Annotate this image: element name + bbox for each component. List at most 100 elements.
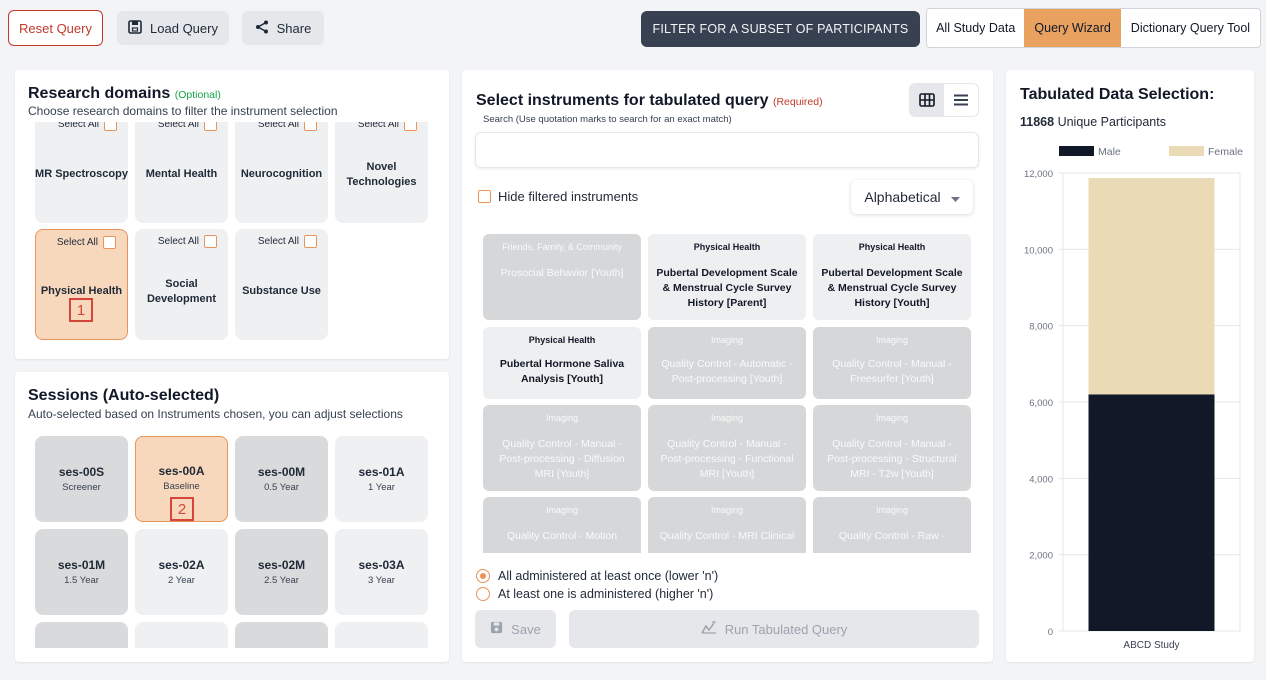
caret-down-icon — [950, 189, 960, 205]
save-button[interactable]: Save — [475, 610, 556, 648]
domain-card-physical-health[interactable]: Select All Physical Health 1 — [35, 229, 128, 340]
instrument-card[interactable]: Imaging Quality Control - Manual - Post-p… — [648, 405, 806, 491]
sessions-panel: Sessions (Auto-selected) Auto-selected b… — [15, 372, 449, 662]
select-all-checkbox[interactable] — [204, 122, 217, 131]
load-query-label: Load Query — [150, 20, 218, 36]
sort-dropdown[interactable]: Alphabetical — [851, 180, 973, 214]
tab-dictionary-query-tool[interactable]: Dictionary Query Tool — [1121, 9, 1260, 47]
instrument-card[interactable]: Imaging Quality Control - Automatic - Pos… — [648, 327, 806, 399]
session-card-ses-00a[interactable]: ses-00A Baseline 2 — [135, 436, 228, 522]
research-domains-header: Research domains (Optional) — [28, 85, 221, 103]
instrument-card[interactable]: Imaging Quality Control - MRI Clinical — [648, 497, 806, 553]
run-tabulated-query-button[interactable]: Run Tabulated Query — [569, 610, 979, 648]
legend-swatch-male — [1059, 146, 1094, 156]
select-all-checkbox[interactable] — [104, 122, 117, 131]
session-name: ses-02A — [158, 558, 205, 572]
y-tick-label: 6,000 — [1029, 398, 1053, 409]
session-sublabel: 0.5 Year — [264, 482, 299, 493]
load-query-button[interactable]: Load Query — [117, 11, 229, 45]
select-all[interactable]: Select All — [258, 235, 317, 248]
instrument-category: Friends, Family, & Community — [502, 242, 622, 252]
select-all-checkbox[interactable] — [304, 122, 317, 131]
domain-card-novel-technologies[interactable]: Select All Novel Technologies — [335, 122, 428, 223]
session-card-ses-01a[interactable]: ses-01A 1 Year — [335, 436, 428, 522]
select-all-checkbox[interactable] — [103, 236, 116, 249]
session-sublabel: 1 Year — [368, 482, 395, 493]
domain-card-substance-use[interactable]: Select All Substance Use — [235, 229, 328, 340]
select-all[interactable]: Select All — [158, 235, 217, 248]
select-all-checkbox[interactable] — [404, 122, 417, 131]
radio-at-least-one[interactable]: At least one is administered (higher 'n'… — [476, 587, 713, 601]
session-card[interactable] — [235, 622, 328, 648]
view-toggle — [909, 83, 979, 117]
grid-view-icon[interactable] — [910, 84, 944, 116]
x-tick-label: ABCD Study — [1123, 640, 1179, 651]
legend-swatch-female — [1169, 146, 1204, 156]
y-tick-label: 2,000 — [1029, 551, 1053, 562]
share-button[interactable]: Share — [242, 11, 324, 45]
research-domains-subtitle: Choose research domains to filter the in… — [28, 104, 338, 118]
session-card[interactable] — [335, 622, 428, 648]
reset-query-button[interactable]: Reset Query — [8, 10, 103, 46]
instrument-card[interactable]: Imaging Quality Control - Manual - Post-p… — [813, 405, 971, 491]
select-all[interactable]: Select All — [158, 122, 217, 131]
instrument-name: Quality Control - Automatic - Post-proce… — [661, 358, 793, 385]
session-name: ses-01A — [358, 465, 405, 479]
y-tick-label: 0 — [1048, 627, 1053, 638]
radio-all-administered[interactable]: All administered at least once (lower 'n… — [476, 569, 718, 583]
reset-query-label: Reset Query — [19, 20, 92, 36]
instrument-card[interactable]: Physical Health Pubertal Development Scal… — [813, 234, 971, 320]
select-all[interactable]: Select All — [57, 236, 116, 249]
instrument-card[interactable]: Friends, Family, & Community Prosocial Be… — [483, 234, 641, 320]
domain-card-mr-spectroscopy[interactable]: Select All MR Spectroscopy — [35, 122, 128, 223]
bar-female — [1088, 178, 1215, 395]
session-card-ses-02m[interactable]: ses-02M 2.5 Year — [235, 529, 328, 615]
session-card-ses-00s[interactable]: ses-00S Screener — [35, 436, 128, 522]
instrument-card[interactable]: Imaging Quality Control - Manual - Freesu… — [813, 327, 971, 399]
session-card-ses-03a[interactable]: ses-03A 3 Year — [335, 529, 428, 615]
step-marker: 1 — [69, 298, 93, 322]
session-card-ses-00m[interactable]: ses-00M 0.5 Year — [235, 436, 328, 522]
radio-button[interactable] — [476, 587, 490, 601]
select-all-checkbox[interactable] — [304, 235, 317, 248]
session-sublabel: 2 Year — [168, 575, 195, 586]
instrument-search-input[interactable] — [475, 132, 979, 168]
participant-count-label: Unique Participants — [1057, 115, 1166, 129]
instrument-card[interactable]: Physical Health Pubertal Hormone Saliva A… — [483, 327, 641, 399]
tab-all-study-data[interactable]: All Study Data — [927, 9, 1024, 47]
session-card-ses-01m[interactable]: ses-01M 1.5 Year — [35, 529, 128, 615]
instrument-card[interactable]: Physical Health Pubertal Development Scal… — [648, 234, 806, 320]
select-all-label: Select All — [56, 237, 98, 248]
select-all-checkbox[interactable] — [204, 235, 217, 248]
instrument-card[interactable]: Imaging Quality Control - Raw - — [813, 497, 971, 553]
bar-male — [1088, 394, 1215, 631]
domain-card-mental-health[interactable]: Select All Mental Health — [135, 122, 228, 223]
instrument-name: Prosocial Behavior [Youth] — [500, 267, 624, 279]
legend-label-female: Female — [1208, 146, 1243, 158]
search-hint: Search (Use quotation marks to search fo… — [483, 114, 732, 125]
tab-query-wizard[interactable]: Query Wizard — [1024, 9, 1121, 47]
filter-subset-button[interactable]: FILTER FOR A SUBSET OF PARTICIPANTS — [641, 11, 920, 47]
instrument-card[interactable]: Imaging Quality Control - Manual - Post-p… — [483, 405, 641, 491]
list-view-icon[interactable] — [944, 84, 978, 116]
select-all[interactable]: Select All — [258, 122, 317, 131]
hide-filtered-toggle[interactable]: Hide filtered instruments — [478, 189, 638, 204]
session-card[interactable] — [35, 622, 128, 648]
select-all-label: Select All — [157, 122, 199, 130]
select-all[interactable]: Select All — [358, 122, 417, 131]
instrument-name: Quality Control - MRI Clinical — [659, 530, 795, 542]
domain-card-neurocognition[interactable]: Select All Neurocognition — [235, 122, 328, 223]
hide-filtered-checkbox[interactable] — [478, 190, 491, 203]
instrument-name: Pubertal Development Scale & Menstrual C… — [656, 267, 798, 309]
session-card-ses-02a[interactable]: ses-02A 2 Year — [135, 529, 228, 615]
instrument-category: Physical Health — [528, 335, 596, 345]
top-toolbar: Reset Query Load Query Share FILTER FOR … — [0, 0, 1266, 58]
radio-button[interactable] — [476, 569, 490, 583]
domain-card-social-development[interactable]: Select All Social Development — [135, 229, 228, 340]
optional-tag: (Optional) — [174, 89, 221, 101]
domain-card-label: Neurocognition — [240, 168, 323, 180]
instrument-card[interactable]: Imaging Quality Control - Motion — [483, 497, 641, 553]
select-all[interactable]: Select All — [58, 122, 117, 131]
session-card[interactable] — [135, 622, 228, 648]
domain-card-label: Social Development — [146, 277, 217, 305]
